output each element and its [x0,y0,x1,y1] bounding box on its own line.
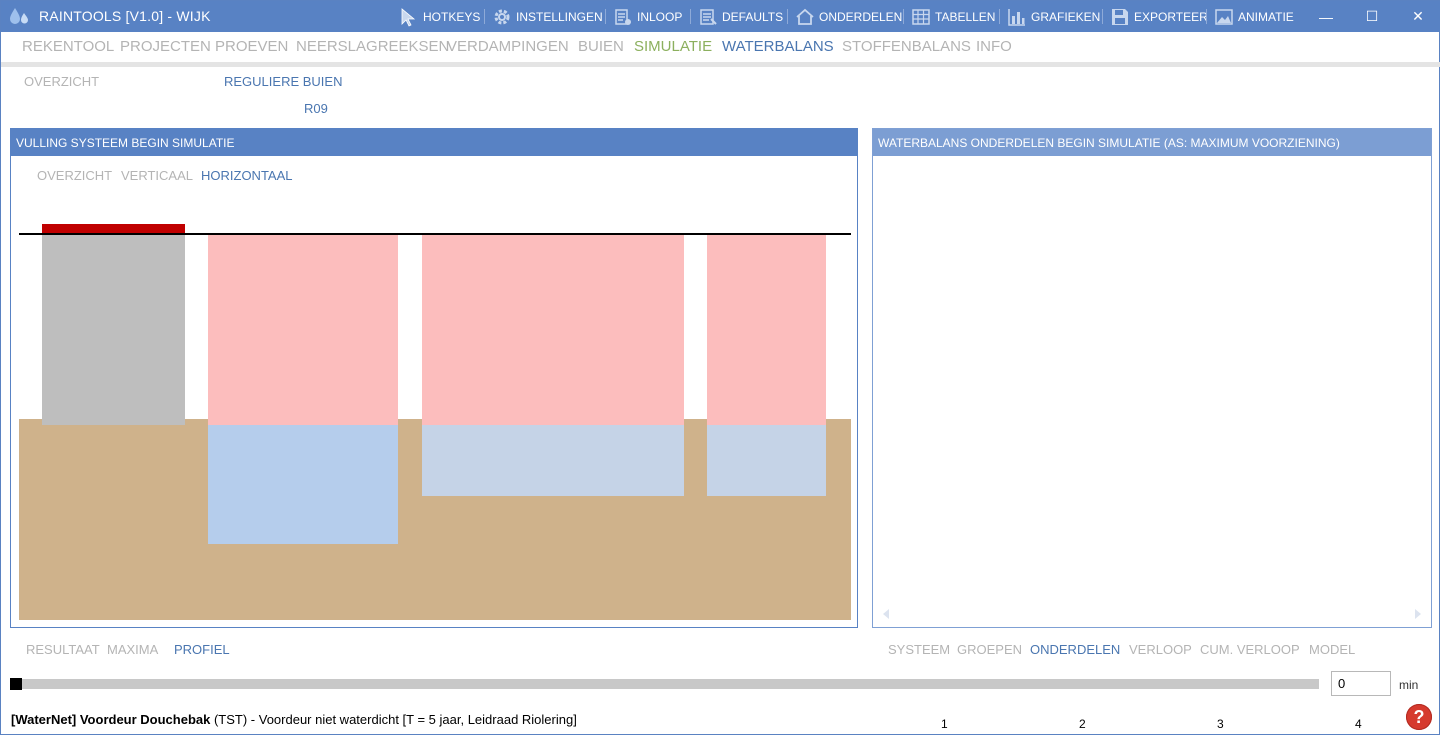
animatie-button[interactable]: ANIMATIE [1214,6,1294,27]
nav-verdampingen[interactable]: VERDAMPINGEN [447,38,569,55]
status-bar: [WaterNet] Voordeur Douchebak (TST) - Vo… [11,712,577,727]
nav-buien[interactable]: BUIEN [578,38,624,55]
close-icon: ✕ [1412,8,1424,24]
instellingen-label: INSTELLINGEN [516,9,603,24]
bar-label-3: 3 [1217,717,1224,731]
storage-2-water [422,425,684,496]
inloop-button[interactable]: INLOOP [613,6,682,27]
nav-rekentool[interactable]: REKENTOOL [22,38,114,55]
nav-stoffenbalans[interactable]: STOFFENBALANS [842,38,971,55]
storage-2-pink [422,234,684,425]
roof-surface-level [42,224,185,234]
tab-groepen[interactable]: GROEPEN [957,642,1022,657]
nav-projecten[interactable]: PROJECTEN [120,38,211,55]
onderdelen-label: ONDERDELEN [819,9,903,24]
time-unit-label: min [1399,678,1419,692]
tab-onderdelen[interactable]: ONDERDELEN [1030,642,1120,657]
house-icon [796,8,814,25]
tab-resultaat[interactable]: RESULTAAT [26,642,100,657]
vulling-systeem-panel: VULLING SYSTEEM BEGIN SIMULATIE OVERZICH… [10,128,858,628]
nav-waterbalans[interactable]: WATERBALANS [722,38,834,55]
grafieken-button[interactable]: GRAFIEKEN [1007,6,1100,27]
bar-label-4: 4 [1355,717,1362,731]
hotkeys-label: HOTKEYS [423,9,481,24]
help-button[interactable]: ? [1406,704,1432,730]
storage-3-pink [707,234,826,425]
maximize-icon: ☐ [1365,8,1379,24]
cursor-icon [401,7,416,27]
bar-label-1: 1 [941,717,948,731]
exporteer-label: EXPORTEER [1134,9,1208,24]
nav-neerslagreeksen[interactable]: NEERSLAGREEKSEN [296,38,449,55]
waterbalans-onderdelen-panel: WATERBALANS ONDERDELEN BEGIN SIMULATIE (… [872,128,1432,731]
subnav-bui-r09[interactable]: R09 [304,101,328,116]
gear-icon [494,9,510,24]
image-icon [1215,8,1233,25]
toolbar-separator [484,9,485,24]
nav-proeven[interactable]: PROEVEN [215,38,288,55]
instellingen-button[interactable]: INSTELLINGEN [492,6,603,27]
raindrop-logo-icon [10,8,28,24]
question-icon: ? [1413,706,1425,727]
time-input[interactable] [1331,671,1391,696]
tab-systeem[interactable]: SYSTEEM [888,642,950,657]
defaults-label: DEFAULTS [722,9,784,24]
tabellen-button[interactable]: TABELLEN [911,6,995,27]
scroll-right-icon[interactable] [1413,608,1423,620]
toolbar-separator [605,9,606,24]
subnav-overzicht[interactable]: OVERZICHT [24,74,99,89]
roof-surface [42,234,185,425]
bar-label-2: 2 [1079,717,1086,731]
storage-1-pink [208,234,398,425]
window-title: RAINTOOLS [V1.0] - WIJK [39,8,211,24]
tab-profiel[interactable]: PROFIEL [174,642,230,657]
defaults-button[interactable]: DEFAULTS [698,6,783,27]
time-slider-track[interactable] [10,679,1319,689]
animatie-label: ANIMATIE [1238,9,1294,24]
nav-info[interactable]: INFO [976,38,1012,55]
grafieken-label: GRAFIEKEN [1031,9,1101,24]
exporteer-button[interactable]: EXPORTEER [1110,6,1208,27]
tab-maxima[interactable]: MAXIMA [107,642,158,657]
tab-model[interactable]: MODEL [1309,642,1355,657]
tab-verloop[interactable]: VERLOOP [1129,642,1192,657]
toolbar-separator [690,9,691,24]
tabellen-label: TABELLEN [935,9,996,24]
inloop-label: INLOOP [637,9,683,24]
toolbar-separator [903,9,904,24]
close-button[interactable]: ✕ [1395,1,1440,32]
tab-cum-verloop[interactable]: CUM. VERLOOP [1200,642,1300,657]
hotkeys-button[interactable]: HOTKEYS [399,6,480,27]
chart-icon [1008,8,1025,26]
nav-simulatie[interactable]: SIMULATIE [634,38,712,55]
main-nav: REKENTOOL PROJECTEN PROEVEN NEERSLAGREEK… [1,32,1440,62]
inloop-icon [615,8,631,25]
nav-divider [1,62,1440,67]
save-icon [1112,8,1128,25]
minimize-button[interactable]: — [1303,1,1349,32]
scroll-left-icon[interactable] [881,608,891,620]
horizontal-profile-diagram [19,224,851,620]
subnav-reguliere-buien[interactable]: REGULIERE BUIEN [224,74,342,89]
time-slider-thumb[interactable] [10,678,22,690]
status-project: [WaterNet] Voordeur Douchebak [11,712,211,727]
table-icon [912,8,930,25]
app-window: RAINTOOLS [V1.0] - WIJK HOTKEYS INSTELLI… [0,0,1440,735]
status-description: (TST) - Voordeur niet waterdicht [T = 5 … [210,712,577,727]
toolbar-separator [787,9,788,24]
toolbar-separator [1206,9,1207,24]
onderdelen-button[interactable]: ONDERDELEN [795,6,902,27]
maximize-button[interactable]: ☐ [1349,1,1395,32]
defaults-icon [700,8,717,25]
minimize-icon: — [1319,8,1333,25]
toolbar-separator [1102,9,1103,24]
storage-1-water [208,425,398,544]
toolbar-separator [999,9,1000,24]
title-bar: RAINTOOLS [V1.0] - WIJK HOTKEYS INSTELLI… [1,1,1440,32]
panel-header: WATERBALANS ONDERDELEN BEGIN SIMULATIE (… [873,129,1431,156]
storage-3-water [707,425,826,496]
